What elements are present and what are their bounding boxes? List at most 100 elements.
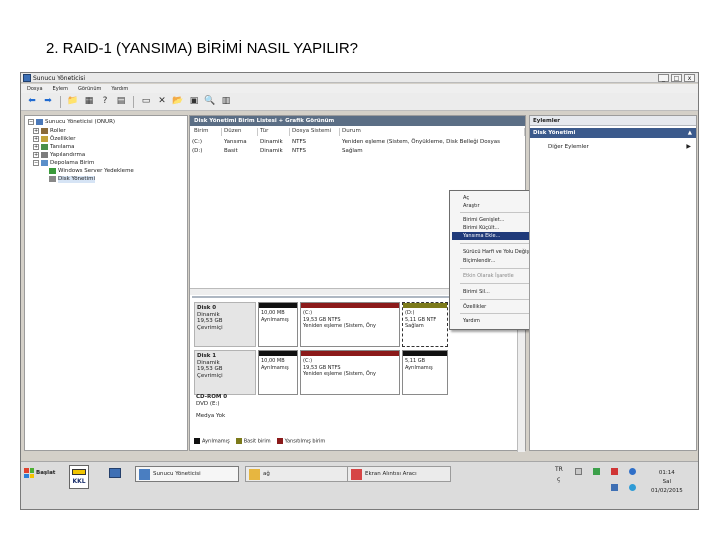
disk0-partition-c[interactable]: (C:) 19,53 GB NTFS Yeniden eşleme (Siste… [300, 302, 400, 347]
disk0-label[interactable]: Disk 0 Dinamik 19,53 GB Çevrimiçi [194, 302, 256, 347]
clock-time: 01:14 [658, 470, 675, 476]
cell-birim: (D:) [192, 148, 203, 154]
tray-flag-icon[interactable] [611, 484, 618, 491]
window-controls: _ □ x [658, 74, 695, 82]
delete-icon[interactable]: ✕ [156, 96, 168, 108]
server-manager-quicklaunch-icon[interactable] [109, 468, 121, 478]
cell-durum: Yeniden eşleme (Sistem, Önyükleme, Disk … [342, 139, 500, 145]
tree-item-disk-yonetimi[interactable]: Disk Yönetimi [49, 176, 95, 183]
disk0-partition-d[interactable]: (D:) 5,11 GB NTF Sağlam [402, 302, 448, 347]
menu-gorunum[interactable]: Görünüm [78, 86, 101, 92]
column-header-birim[interactable]: Birim [192, 128, 222, 136]
tree-item-roller[interactable]: + Roller [33, 128, 66, 135]
forward-arrow-icon[interactable]: ➡ [42, 96, 54, 108]
taskbar: Başlat KKL Sunucu Yöneticisi ağ Ekran Al… [21, 461, 698, 509]
connect-disk-icon[interactable]: ▭ [140, 96, 152, 108]
tree-item-tanilama[interactable]: + Tanılama [33, 144, 74, 151]
save-icon[interactable]: ▣ [188, 96, 200, 108]
diagnostics-icon [41, 144, 48, 151]
submenu-arrow-icon[interactable]: ▶ [686, 143, 691, 150]
clock-date: 01/02/2015 [651, 487, 683, 494]
help-icon[interactable]: ? [99, 96, 111, 108]
storage-icon [41, 160, 48, 167]
tray-error-icon[interactable] [611, 468, 618, 475]
tray-network-icon[interactable] [629, 468, 636, 475]
maximize-button[interactable]: □ [671, 74, 682, 82]
disk1-partition-unallocated-2[interactable]: 5,11 GB Ayrılmamış [402, 350, 448, 395]
tree-item-depolama[interactable]: − Depolama Birim [33, 160, 94, 167]
window-title: Sunucu Yöneticisi [33, 75, 86, 82]
menu-dosya[interactable]: Dosya [27, 86, 43, 92]
tree-item-windows-server-yedekleme[interactable]: Windows Server Yedekleme [49, 168, 134, 175]
close-button[interactable]: x [684, 74, 695, 82]
tree-item-yapilandirma[interactable]: + Yapılandırma [33, 152, 85, 159]
task-button-server-manager[interactable]: Sunucu Yöneticisi [135, 466, 239, 482]
folder-icon [249, 468, 260, 480]
column-header-tur[interactable]: Tür [258, 128, 290, 136]
properties-icon[interactable]: ▦ [83, 96, 95, 108]
actions-section-disk-management[interactable]: Disk Yönetimi ▲ [530, 128, 696, 138]
disk1-partition-unallocated[interactable]: 10,00 MB Ayrılmamış [258, 350, 298, 395]
partition-status: Ayrılmamış [261, 316, 289, 323]
windows-logo-icon [24, 468, 34, 478]
minimize-button[interactable]: _ [658, 74, 669, 82]
partition-status: Sağlam [405, 323, 424, 329]
disk-management-icon [49, 176, 56, 183]
language-indicator[interactable]: TR [555, 466, 563, 473]
table-row[interactable]: (D:) Basit Dinamik NTFS Sağlam [190, 147, 525, 156]
disk-size: 19,53 GB [197, 366, 223, 373]
tree-item-root[interactable]: − Sunucu Yöneticisi (ONUR) [28, 119, 115, 126]
open-folder-icon[interactable]: 📂 [172, 96, 184, 108]
cell-fs: NTFS [292, 139, 307, 145]
disk1-partition-c[interactable]: (C:) 19,53 GB NTFS Yeniden eşleme (Siste… [300, 350, 400, 395]
collapse-icon[interactable]: − [33, 160, 39, 167]
view-icon[interactable]: ▥ [220, 96, 232, 108]
menu-eylem[interactable]: Eylem [53, 86, 68, 92]
expand-icon[interactable]: + [33, 136, 39, 143]
expand-icon[interactable]: + [33, 128, 39, 135]
expand-icon[interactable]: + [33, 144, 39, 151]
disk-size: 19,53 GB [197, 318, 223, 325]
collapse-caret-icon[interactable]: ▲ [688, 128, 692, 138]
disk0-partition-unallocated[interactable]: 10,00 MB Ayrılmamış [258, 302, 298, 347]
cdrom-label[interactable]: CD-ROM 0 DVD (E:) Medya Yok [194, 392, 256, 430]
disk-type: Dinamik [197, 311, 220, 318]
disk-name: Disk 1 [197, 353, 217, 359]
table-row[interactable]: (C:) Yansıma Dinamik NTFS Yeniden eşleme… [190, 138, 525, 147]
actions-pane: Eylemler Disk Yönetimi ▲ Diğer Eylemler … [529, 115, 697, 451]
task-button-network[interactable]: ağ [245, 466, 349, 482]
vertical-scrollbar[interactable] [517, 312, 525, 452]
cell-tur: Dinamik [260, 148, 283, 154]
tree-item-ozellikler[interactable]: + Özellikler [33, 136, 76, 143]
cell-durum: Sağlam [342, 148, 363, 154]
column-header-duzen[interactable]: Düzen [222, 128, 258, 136]
taskbar-clock[interactable]: 01:14 Sal 01/02/2015 [651, 469, 683, 495]
server-manager-icon [139, 468, 150, 480]
column-header-durum[interactable]: Durum [340, 128, 525, 136]
expand-icon[interactable]: − [28, 119, 34, 126]
partition-status: Ayrılmamış [405, 364, 433, 371]
kkl-icon[interactable]: KKL [69, 465, 89, 489]
start-button[interactable]: Başlat [24, 466, 64, 480]
keyboard-layout-indicator[interactable]: ç [557, 476, 560, 483]
cdrom-media: Medya Yok [196, 413, 226, 420]
show-hide-pane-icon[interactable]: ▤ [115, 96, 127, 108]
menu-yardim[interactable]: Yardım [111, 86, 128, 92]
disk1-label[interactable]: Disk 1 Dinamik 19,53 GB Çevrimiçi [194, 350, 256, 395]
up-folder-icon[interactable]: 📁 [67, 96, 79, 108]
tray-app-icon[interactable] [593, 468, 600, 475]
server-icon [36, 119, 43, 126]
toolbar-separator [60, 95, 61, 108]
cell-duzen: Yansıma [224, 139, 247, 145]
tray-window-icon[interactable] [575, 468, 582, 475]
tray-speaker-icon[interactable] [629, 484, 636, 491]
back-arrow-icon[interactable]: ⬅ [26, 96, 38, 108]
cdrom-drive: DVD (E:) [196, 400, 220, 407]
task-button-snipping-tool[interactable]: Ekran Alıntısı Aracı [347, 466, 451, 482]
column-header-dosya-sistemi[interactable]: Dosya Sistemi [290, 128, 340, 136]
search-icon[interactable]: 🔍 [204, 96, 216, 108]
expand-icon[interactable]: + [33, 152, 39, 159]
action-more-actions[interactable]: Diğer Eylemler [548, 144, 589, 151]
cell-birim: (C:) [192, 139, 202, 145]
system-tray: TR ç 01:14 Sal 01/02/2015 [553, 464, 698, 509]
